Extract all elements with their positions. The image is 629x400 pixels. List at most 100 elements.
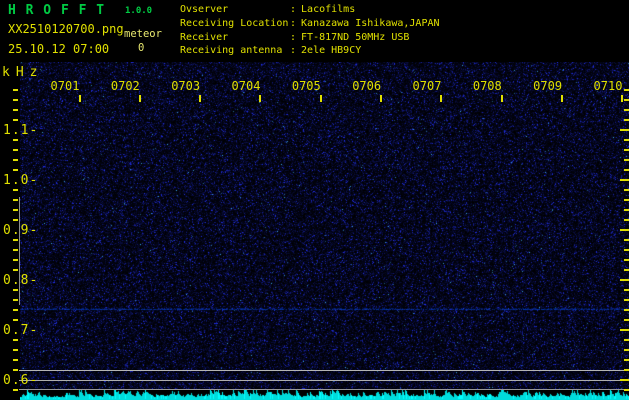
station-info-label: Receiving Location [180, 17, 290, 31]
app-title: H R O F F T [8, 3, 105, 18]
time-axis-label: 0704 [232, 79, 261, 93]
hrofft-output-image: H R O F F T 1.0.0 XX2510120700.png meteo… [0, 0, 629, 400]
freq-minor-tick-left [13, 249, 18, 251]
freq-minor-tick-left [13, 289, 18, 291]
station-info-row: Receiver: FT-817ND 50MHz USB [180, 31, 440, 45]
time-axis-label: 0708 [473, 79, 502, 93]
freq-minor-tick-right [624, 219, 629, 221]
station-info-separator: : [290, 44, 296, 58]
minute-tick [79, 95, 81, 102]
frequency-axis-label: 1.0- [3, 173, 38, 188]
freq-minor-tick-right [624, 199, 629, 201]
freq-minor-tick-left [13, 159, 18, 161]
station-info-value: Kanazawa Ishikawa,JAPAN [301, 18, 439, 29]
observation-datetime: 25.10.12 07:00 [8, 42, 109, 56]
frequency-axis-label: 0.7- [3, 323, 38, 338]
freq-minor-tick-right [624, 119, 629, 121]
frequency-unit-label: kHz [2, 65, 43, 80]
freq-minor-tick-right [624, 289, 629, 291]
time-axis-label: 0705 [292, 79, 321, 93]
freq-minor-tick-right [624, 369, 629, 371]
station-info-value: Lacofilms [301, 4, 355, 15]
time-axis-label: 0702 [111, 79, 140, 93]
freq-minor-tick-right [624, 139, 629, 141]
station-info-row: Receiving antenna:2ele HB9CY [180, 44, 440, 58]
station-info-separator: : [290, 31, 296, 45]
station-info-block: Ovserver: Lacofilms Receiving Location: Kan… [180, 3, 440, 58]
freq-minor-tick-left [13, 349, 18, 351]
freq-minor-tick-left [13, 219, 18, 221]
mode-label: meteor [124, 28, 162, 40]
freq-minor-tick-left [13, 199, 18, 201]
station-info-value: FT-817ND 50MHz USB [301, 32, 409, 43]
app-version: 1.0.0 [125, 6, 152, 16]
frequency-axis-label: 0.8- [3, 273, 38, 288]
freq-minor-tick-left [13, 369, 18, 371]
minute-tick [501, 95, 503, 102]
minute-tick [199, 95, 201, 102]
time-axis-label: 0709 [533, 79, 562, 93]
freq-minor-tick-left [13, 89, 18, 91]
freq-minor-tick-right [624, 159, 629, 161]
freq-minor-tick-left [13, 299, 18, 301]
freq-minor-tick-right [624, 249, 629, 251]
minute-tick [380, 95, 382, 102]
station-info-row: Receiving Location: Kanazawa Ishikawa,JAP… [180, 17, 440, 31]
frequency-axis-label: 1.1- [3, 123, 38, 138]
station-info-label: Receiving antenna [180, 44, 290, 58]
freq-minor-tick-right [624, 89, 629, 91]
freq-minor-tick-left [13, 339, 18, 341]
minute-tick [561, 95, 563, 102]
freq-minor-tick-left [13, 149, 18, 151]
freq-minor-tick-right [624, 189, 629, 191]
freq-minor-tick-left [13, 99, 18, 101]
freq-minor-tick-right [624, 309, 629, 311]
time-axis-label: 0703 [171, 79, 200, 93]
frequency-range-marker-line [19, 197, 20, 305]
frequency-axis-label: 0.6- [3, 373, 38, 388]
station-info-separator: : [290, 17, 296, 31]
audio-level-trace [20, 390, 629, 400]
freq-minor-tick-left [13, 319, 18, 321]
freq-major-tick-right [620, 279, 629, 281]
freq-minor-tick-right [624, 149, 629, 151]
freq-minor-tick-right [624, 349, 629, 351]
freq-minor-tick-left [13, 119, 18, 121]
freq-minor-tick-left [13, 189, 18, 191]
freq-minor-tick-left [13, 239, 18, 241]
freq-minor-tick-right [624, 299, 629, 301]
freq-minor-tick-right [624, 209, 629, 211]
freq-minor-tick-right [624, 269, 629, 271]
freq-minor-tick-left [13, 109, 18, 111]
freq-minor-tick-left [13, 169, 18, 171]
freq-minor-tick-right [624, 339, 629, 341]
freq-minor-tick-right [624, 169, 629, 171]
freq-major-tick-right [620, 379, 629, 381]
station-info-label: Receiver [180, 31, 290, 45]
minute-tick [259, 95, 261, 102]
time-axis-label: 0706 [352, 79, 381, 93]
station-info-separator: : [290, 3, 296, 17]
freq-major-tick-right [620, 329, 629, 331]
freq-major-tick-right [620, 179, 629, 181]
freq-major-tick-right [620, 229, 629, 231]
freq-minor-tick-left [13, 209, 18, 211]
time-axis-label: 0710 [594, 79, 623, 93]
meteor-count-value: 0 [138, 42, 144, 54]
output-file-name: XX2510120700.png [8, 22, 124, 36]
calibration-line-upper [19, 370, 629, 371]
station-info-row: Ovserver: Lacofilms [180, 3, 440, 17]
minute-tick [139, 95, 141, 102]
freq-minor-tick-right [624, 109, 629, 111]
station-info-label: Ovserver [180, 3, 290, 17]
freq-minor-tick-right [624, 239, 629, 241]
freq-minor-tick-left [13, 389, 18, 391]
time-axis-label: 0701 [51, 79, 80, 93]
freq-minor-tick-right [624, 259, 629, 261]
minute-tick [320, 95, 322, 102]
station-info-value: 2ele HB9CY [301, 45, 361, 56]
freq-minor-tick-left [13, 269, 18, 271]
freq-major-tick-right [620, 129, 629, 131]
spectrogram-noise-field [20, 62, 629, 389]
frequency-axis-label: 0.9- [3, 223, 38, 238]
